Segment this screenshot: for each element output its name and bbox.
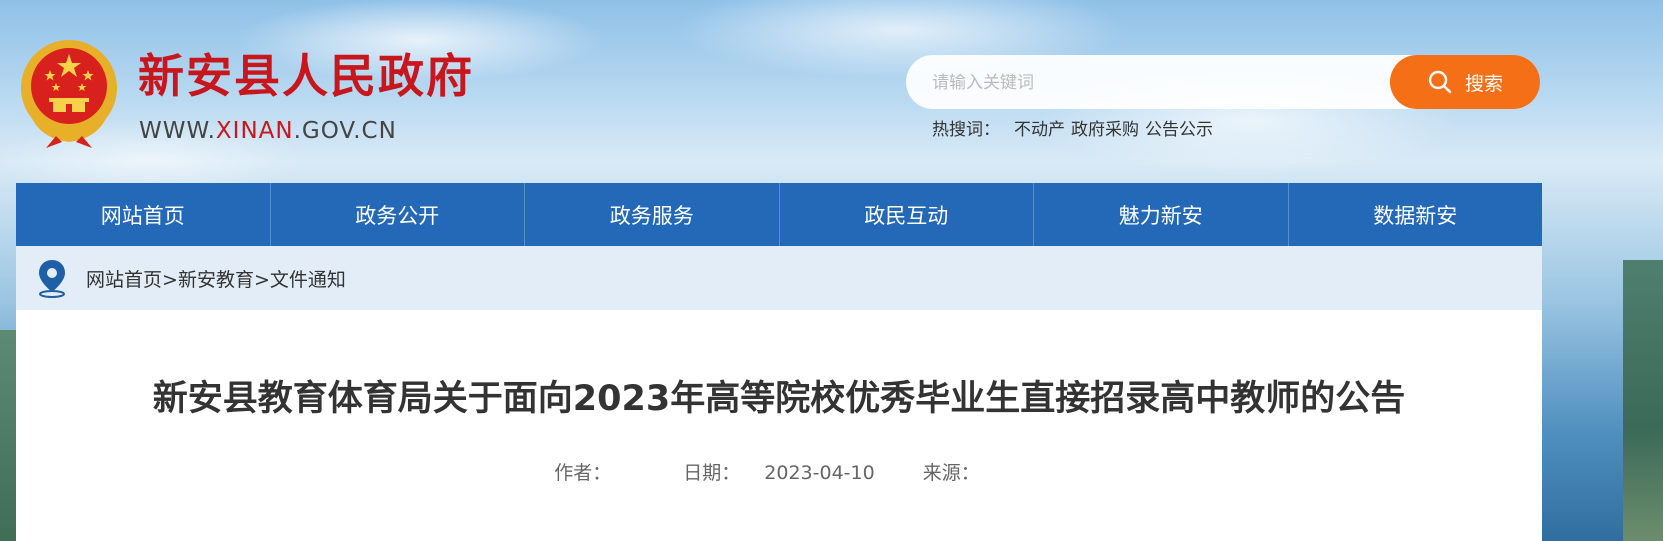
breadcrumb: 网站首页>新安教育>文件通知 — [86, 265, 346, 292]
search-icon — [1428, 70, 1452, 94]
article-title: 新安县教育体育局关于面向2023年高等院校优秀毕业生直接招录高中教师的公告 — [152, 379, 1406, 419]
site-url-suffix: .GOV.CN — [293, 118, 397, 144]
nav-item-interaction[interactable]: 政民互动 — [780, 183, 1034, 246]
main-navigation: 网站首页 政务公开 政务服务 政民互动 魅力新安 数据新安 — [16, 183, 1542, 246]
article-source: 来源： — [911, 462, 1016, 484]
nav-item-data-xinan[interactable]: 数据新安 — [1289, 183, 1543, 246]
article-date: 日期： 2023-04-10 — [671, 462, 886, 484]
article-meta: 作者： 日期： 2023-04-10 来源： — [16, 460, 1542, 486]
hot-search-keyword[interactable]: 政府采购 — [1071, 120, 1139, 140]
date-label: 日期： — [683, 462, 741, 484]
breadcrumb-bar: 网站首页>新安教育>文件通知 — [16, 246, 1542, 310]
breadcrumb-item-notices[interactable]: 文件通知 — [270, 269, 346, 291]
site-url-prefix: WWW. — [139, 118, 216, 144]
source-label: 来源： — [922, 462, 980, 484]
hot-search-label: 热搜词： — [932, 120, 1000, 140]
article-author: 作者： — [542, 462, 647, 484]
hot-search-words: 热搜词： 不动产 政府采购 公告公示 — [932, 118, 1219, 142]
search-button[interactable]: 搜索 — [1390, 55, 1540, 109]
site-url-highlight: XINAN — [215, 118, 294, 144]
date-value: 2023-04-10 — [764, 462, 875, 484]
nav-item-charm-xinan[interactable]: 魅力新安 — [1034, 183, 1289, 246]
article-panel: 新安县教育体育局关于面向2023年高等院校优秀毕业生直接招录高中教师的公告 作者… — [16, 310, 1542, 541]
breadcrumb-item-education[interactable]: 新安教育 — [178, 269, 254, 291]
search-box: 搜索 — [906, 55, 1540, 111]
national-emblem-icon — [21, 40, 117, 148]
breadcrumb-item-home[interactable]: 网站首页 — [86, 269, 162, 291]
background-scenery-right — [1623, 260, 1663, 541]
search-input[interactable] — [930, 55, 1374, 111]
breadcrumb-separator: > — [162, 268, 178, 291]
site-url: WWW.XINAN.GOV.CN — [139, 117, 397, 145]
author-label: 作者： — [554, 462, 612, 484]
location-pin-icon — [39, 260, 65, 298]
nav-item-home[interactable]: 网站首页 — [16, 183, 271, 246]
site-title: 新安县人民政府 — [138, 49, 474, 103]
breadcrumb-separator: > — [253, 268, 270, 291]
nav-item-services[interactable]: 政务服务 — [525, 183, 780, 246]
hot-search-keyword[interactable]: 公告公示 — [1145, 120, 1213, 140]
hot-search-keyword[interactable]: 不动产 — [1014, 120, 1065, 140]
search-button-label: 搜索 — [1464, 72, 1503, 95]
nav-item-government-affairs[interactable]: 政务公开 — [271, 183, 525, 246]
